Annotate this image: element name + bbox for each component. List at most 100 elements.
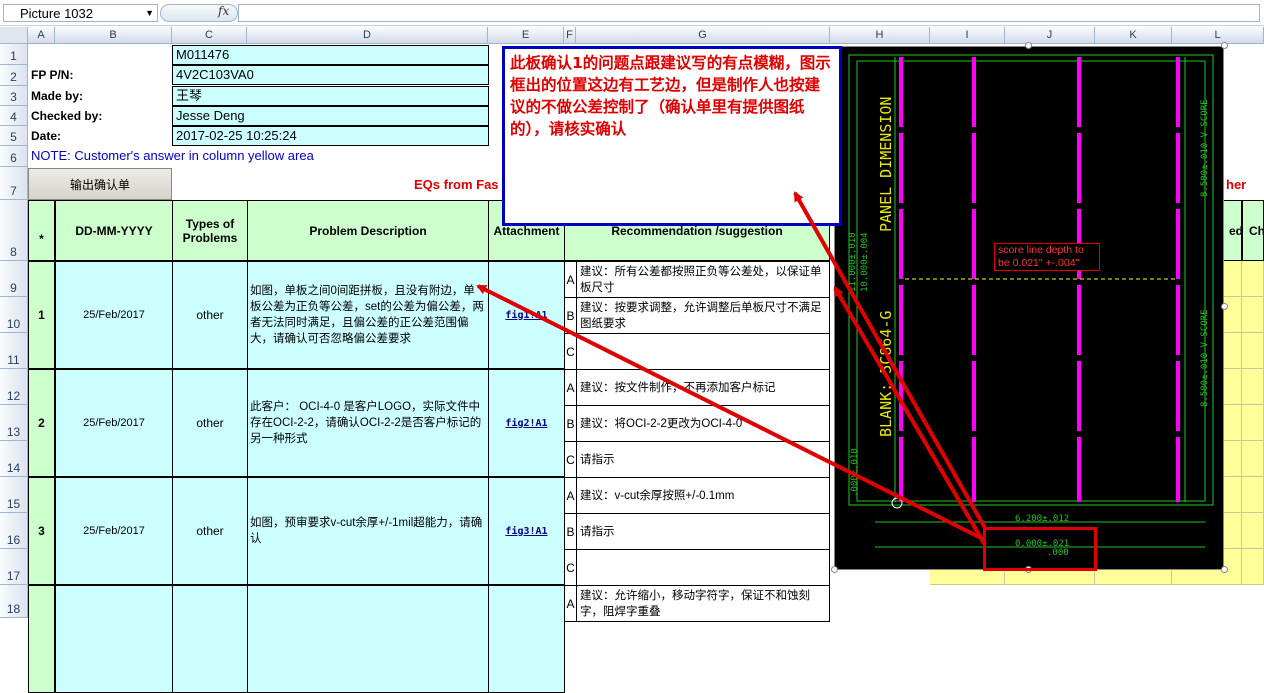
recommendation-option[interactable]: 建议：允许缩小，移动字符字，保证不和蚀刻字，阻焊字重叠: [576, 585, 830, 622]
row-header-10[interactable]: 10: [0, 297, 28, 333]
column-header-h[interactable]: H: [830, 27, 930, 44]
recommendation-option[interactable]: 请指示: [576, 441, 830, 478]
export-confirmation-button[interactable]: 输出确认单: [28, 168, 172, 200]
dim-bottom-1: 6.200±.012: [1015, 514, 1069, 524]
dim-left-1: 11.000±.010: [848, 232, 858, 292]
column-header-d[interactable]: D: [247, 27, 488, 44]
vscore-top-label: 8.500±.010 V-SCORE: [1200, 99, 1210, 197]
problem-type[interactable]: other: [172, 261, 248, 369]
column-header-l[interactable]: L: [1172, 27, 1264, 44]
customer-answer-cell[interactable]: [1242, 333, 1264, 369]
row-header-2[interactable]: 2: [0, 65, 28, 86]
problem-type[interactable]: other: [172, 369, 248, 477]
attachment-link[interactable]: fig2!A1: [505, 418, 547, 429]
recommendation-option[interactable]: [576, 549, 830, 586]
attachment-link[interactable]: fig3!A1: [505, 526, 547, 537]
formula-input[interactable]: [238, 4, 1260, 22]
row-header-11[interactable]: 11: [0, 333, 28, 369]
score-line-note: score line depth to be 0.021" +-.004": [994, 243, 1100, 271]
row-header-15[interactable]: 15: [0, 477, 28, 513]
name-box[interactable]: Picture 1032 ▼: [3, 4, 158, 22]
highlight-box: [983, 527, 1097, 571]
row-header-7[interactable]: 7: [0, 167, 28, 200]
column-header-f[interactable]: F: [564, 27, 576, 44]
resize-handle-bottom-left[interactable]: [831, 566, 838, 573]
row-header-6[interactable]: 6: [0, 146, 28, 167]
customer-answer-cell[interactable]: [1242, 477, 1264, 513]
problem-date[interactable]: [55, 585, 173, 693]
c1-value[interactable]: M011476: [172, 45, 489, 65]
problem-description[interactable]: 如图，单板之间0间距拼板，且没有附边，单板公差为正负等公差，set的公差为偏公差…: [247, 261, 489, 369]
problem-type[interactable]: [172, 585, 248, 693]
problem-date[interactable]: 25/Feb/2017: [55, 477, 173, 585]
header-types: Types of Problems: [172, 200, 248, 261]
eq-title: EQs from Fas: [414, 177, 499, 192]
row-header-17[interactable]: 17: [0, 549, 28, 585]
review-comment-box[interactable]: 此板确认1的问题点跟建议写的有点模糊，图示框出的位置这边有工艺边，但是制作人也按…: [502, 46, 842, 226]
insert-function-icon[interactable]: fx: [218, 4, 229, 18]
customer-answer-cell[interactable]: [1242, 297, 1264, 333]
customer-answer-cell[interactable]: [1242, 369, 1264, 405]
problem-description[interactable]: 如图，预审要求v-cut余厚+/-1mil超能力，请确认: [247, 477, 489, 585]
column-header-k[interactable]: K: [1095, 27, 1172, 44]
row-header-16[interactable]: 16: [0, 513, 28, 549]
customer-answer-cell[interactable]: [1242, 441, 1264, 477]
customer-answer-cell[interactable]: [1242, 405, 1264, 441]
attachment-cell: fig2!A1: [488, 369, 565, 477]
attachment-link[interactable]: fig1!A1: [505, 310, 547, 321]
row-header-4[interactable]: 4: [0, 106, 28, 126]
recommendation-option[interactable]: 建议：将OCI-2-2更改为OCI-4-0: [576, 405, 830, 442]
column-header-b[interactable]: B: [55, 27, 172, 44]
fp-value[interactable]: 4V2C103VA0: [172, 65, 489, 85]
column-header-g[interactable]: G: [576, 27, 830, 44]
problem-type[interactable]: other: [172, 477, 248, 585]
score-note-line1: score line depth to: [998, 244, 1084, 256]
column-header-e[interactable]: E: [488, 27, 564, 44]
problem-index: 3: [28, 477, 55, 585]
row-header-14[interactable]: 14: [0, 441, 28, 477]
header-star: *: [28, 200, 55, 261]
column-header-a[interactable]: A: [28, 27, 55, 44]
customer-note: NOTE: Customer's answer in column yellow…: [31, 148, 314, 163]
problem-description[interactable]: 此客户： OCI-4-0 是客户LOGO，实际文件中存在OCI-2-2，请确认O…: [247, 369, 489, 477]
attachment-cell: fig1!A1: [488, 261, 565, 369]
row-header-1[interactable]: 1: [0, 44, 28, 65]
dim-left-3: .000±.010: [850, 448, 860, 497]
resize-handle-bottom-right[interactable]: [1221, 566, 1228, 573]
problem-date[interactable]: 25/Feb/2017: [55, 261, 173, 369]
resize-handle-top[interactable]: [1025, 42, 1032, 49]
date-value[interactable]: 2017-02-25 10:25:24: [172, 126, 489, 146]
select-all-corner[interactable]: [0, 27, 28, 44]
header-date: DD-MM-YYYY: [55, 200, 173, 261]
fp-label: FP P/N:: [31, 68, 74, 82]
recommendation-option[interactable]: 请指示: [576, 513, 830, 550]
customer-answer-cell[interactable]: [1242, 549, 1264, 585]
customer-answer-cell[interactable]: [1242, 261, 1264, 297]
recommendation-option[interactable]: 建议：所有公差都按照正负等公差处，以保证单板尺寸: [576, 261, 830, 298]
row-header-9[interactable]: 9: [0, 261, 28, 297]
made-by-value[interactable]: 王琴: [172, 86, 489, 106]
problem-description[interactable]: [247, 585, 489, 693]
row-header-8[interactable]: 8: [0, 200, 28, 261]
resize-handle-top-right[interactable]: [1221, 42, 1228, 49]
column-header-c[interactable]: C: [172, 27, 247, 44]
recommendation-option[interactable]: 建议：v-cut余厚按照+/-0.1mm: [576, 477, 830, 514]
problem-date[interactable]: 25/Feb/2017: [55, 369, 173, 477]
row-header-13[interactable]: 13: [0, 405, 28, 441]
resize-handle-right[interactable]: [1221, 303, 1228, 310]
checked-by-value[interactable]: Jesse Deng: [172, 106, 489, 126]
row-header-3[interactable]: 3: [0, 86, 28, 106]
customer-answer-cell[interactable]: [1242, 513, 1264, 549]
column-header-i[interactable]: I: [930, 27, 1005, 44]
recommendation-option[interactable]: 建议：按文件制作，不再添加客户标记: [576, 369, 830, 406]
row-header-5[interactable]: 5: [0, 126, 28, 146]
row-header-18[interactable]: 18: [0, 585, 28, 618]
date-label: Date:: [31, 129, 62, 143]
chevron-down-icon[interactable]: ▼: [145, 5, 154, 22]
pcb-drawing-picture[interactable]: PANEL DIMENSION BLANK: 5C864-G 8.500±.01…: [834, 46, 1224, 570]
made-by-label: Made by:: [31, 89, 84, 103]
recommendation-option[interactable]: 建议：按要求调整，允许调整后单板尺寸不满足图纸要求: [576, 297, 830, 334]
column-header-j[interactable]: J: [1005, 27, 1095, 44]
recommendation-option[interactable]: [576, 333, 830, 370]
row-header-12[interactable]: 12: [0, 369, 28, 405]
